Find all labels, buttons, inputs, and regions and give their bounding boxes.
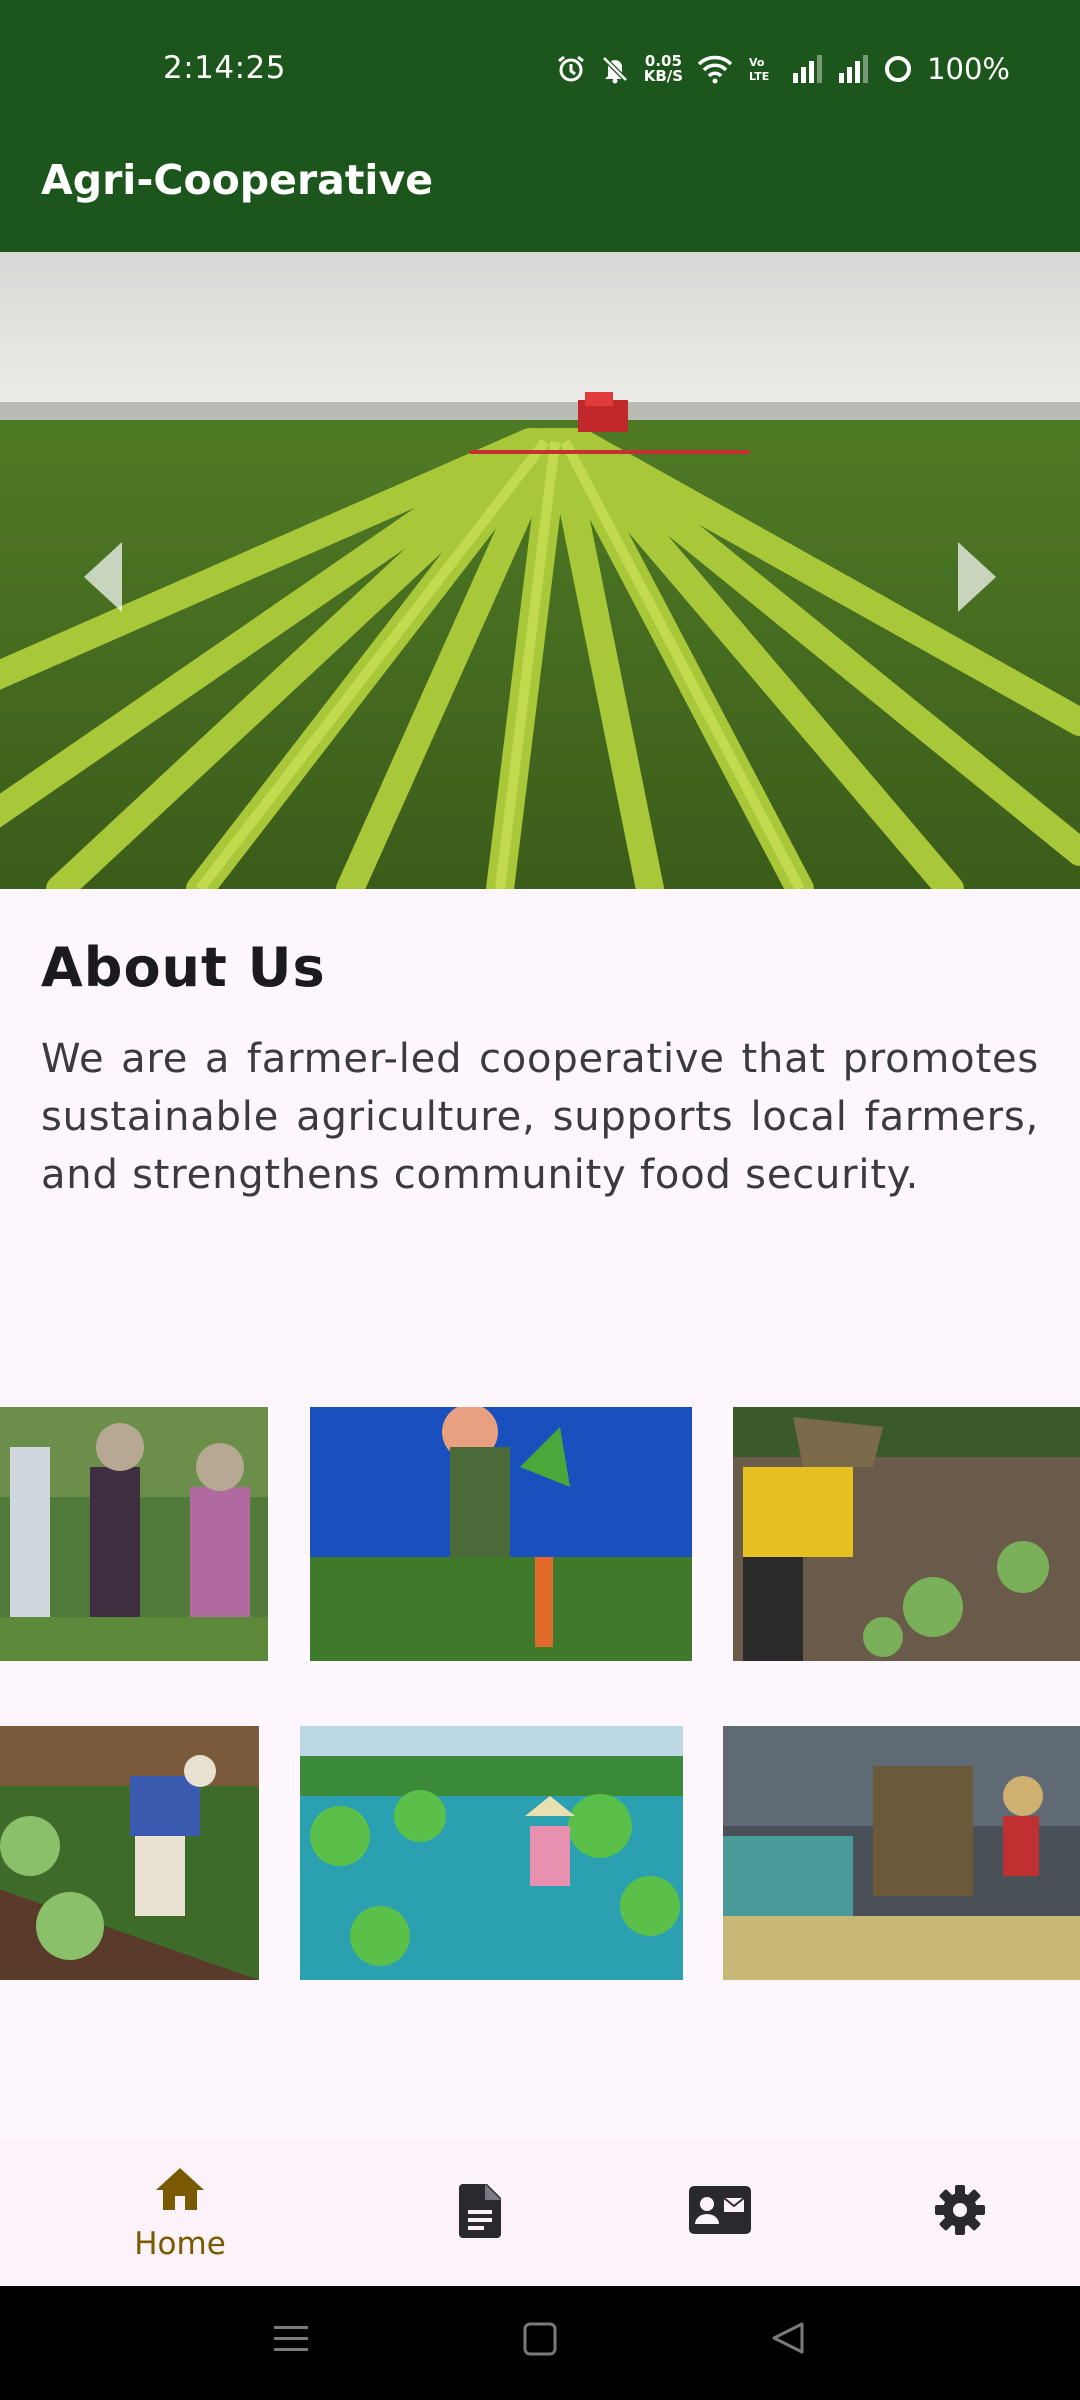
network-speed: 0.05 KB/S (644, 54, 683, 84)
gallery-row-1[interactable] (0, 1407, 1080, 1661)
battery-icon (883, 54, 913, 84)
gallery-image-farmer-tending-vegetables[interactable] (0, 1726, 259, 1980)
signal-icon-sim1 (791, 55, 823, 83)
gallery-row-2[interactable] (0, 1726, 1080, 1980)
signal-icon-sim2 (837, 55, 869, 83)
hero-carousel[interactable] (0, 252, 1080, 889)
gallery-image-farmer-holding-carrots[interactable] (310, 1407, 692, 1661)
battery-level: 100% (927, 52, 1010, 86)
nav-item-contact[interactable] (585, 2140, 855, 2286)
svg-text:LTE: LTE (749, 70, 769, 83)
gallery-image-farmer-in-yellow-planting[interactable] (733, 1407, 1080, 1661)
mute-icon (600, 54, 630, 84)
status-time: 2:14:25 (163, 50, 287, 86)
gallery-image-farmers-harvesting-beans[interactable] (0, 1407, 268, 1661)
carousel-prev-button[interactable] (70, 532, 140, 622)
chevron-left-icon (84, 542, 122, 612)
chevron-right-icon (958, 542, 996, 612)
contact-card-icon (689, 2186, 751, 2234)
bottom-navigation: Home (0, 2140, 1080, 2286)
alarm-icon (556, 54, 586, 84)
gallery-image-farmers-in-wet-field[interactable] (300, 1726, 683, 1980)
nav-item-home[interactable]: Home (45, 2140, 315, 2286)
top-bar: 2:14:25 0.05 KB/S Vo LTE 100% Agri-Coope… (0, 0, 1080, 252)
back-icon[interactable] (768, 2316, 808, 2360)
status-bar: 2:14:25 0.05 KB/S Vo LTE 100% (0, 0, 1080, 140)
nav-item-settings[interactable] (825, 2140, 1080, 2286)
home-button-icon[interactable] (520, 2316, 560, 2360)
about-title: About Us (41, 936, 326, 999)
document-icon (459, 2184, 501, 2238)
about-description: We are a farmer-led cooperative that pro… (41, 1036, 1039, 1198)
home-icon (156, 2168, 204, 2210)
nav-item-home-label: Home (134, 2226, 226, 2262)
recent-apps-icon[interactable] (270, 2316, 312, 2360)
hero-image (0, 252, 1080, 889)
wifi-icon (697, 54, 733, 84)
volte-icon: Vo LTE (747, 54, 777, 84)
carousel-next-button[interactable] (940, 532, 1010, 622)
system-navigation-bar (0, 2286, 1080, 2400)
network-speed-unit: KB/S (643, 67, 684, 85)
status-icons: 0.05 KB/S Vo LTE 100% (556, 52, 1010, 86)
settings-icon (935, 2185, 985, 2235)
app-title: Agri-Cooperative (41, 156, 434, 204)
gallery-image-farmers-loading-truck[interactable] (723, 1726, 1080, 1980)
nav-item-documents[interactable] (345, 2140, 615, 2286)
svg-text:Vo: Vo (749, 56, 765, 69)
